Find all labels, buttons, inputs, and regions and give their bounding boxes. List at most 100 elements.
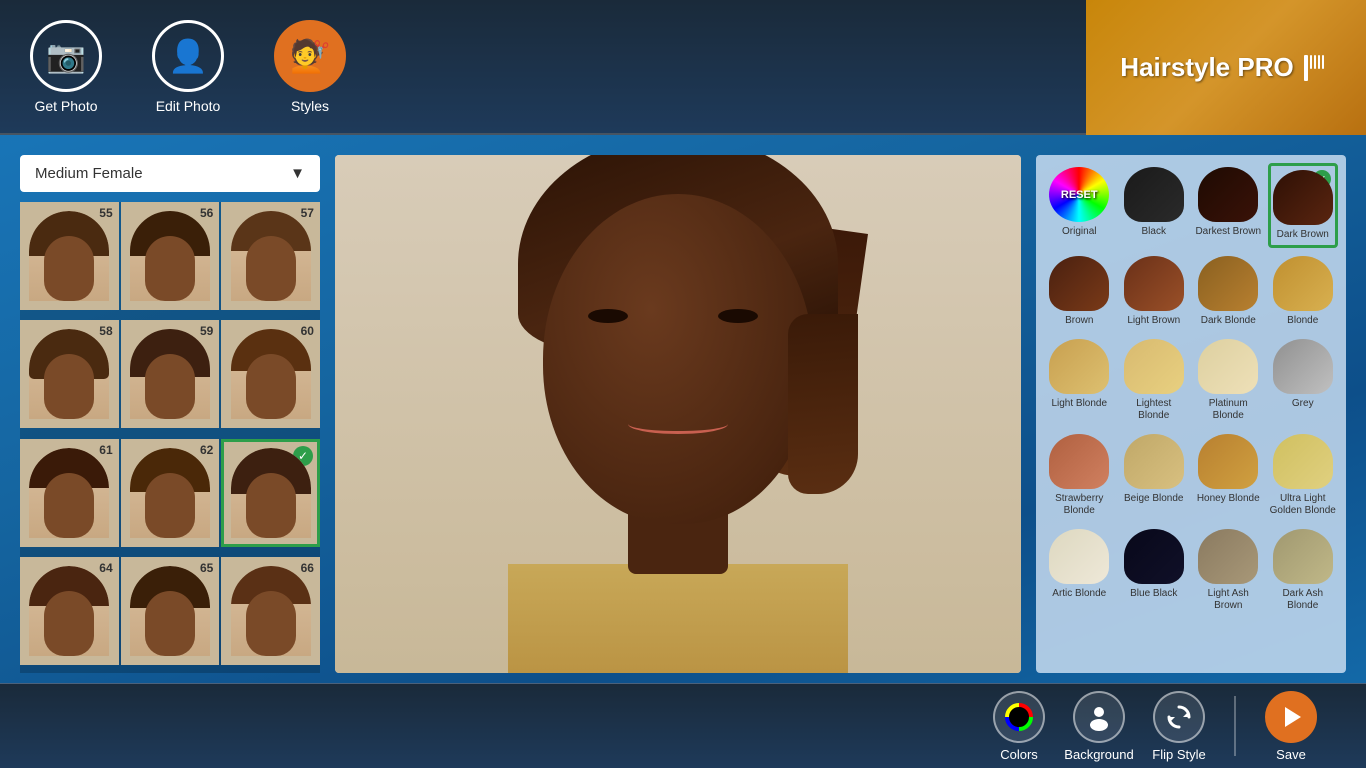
styles-icon: 💇 bbox=[274, 20, 346, 92]
color-dark-ash-blonde[interactable]: Dark Ash Blonde bbox=[1268, 525, 1339, 616]
person-icon: 👤 bbox=[152, 20, 224, 92]
color-label: Platinum Blonde bbox=[1195, 398, 1262, 422]
hair-thumb bbox=[29, 329, 109, 419]
style-item-selected[interactable]: ✓ bbox=[221, 439, 320, 547]
color-label: Lightest Blonde bbox=[1121, 398, 1188, 422]
reset-swatch: RESET bbox=[1049, 167, 1109, 222]
logo-comb-icon bbox=[1302, 53, 1332, 83]
style-item[interactable]: 58 bbox=[20, 320, 119, 428]
color-darkest-brown[interactable]: Darkest Brown bbox=[1193, 163, 1264, 248]
background-icon bbox=[1073, 691, 1125, 743]
save-label: Save bbox=[1276, 747, 1306, 762]
get-photo-label: Get Photo bbox=[34, 98, 97, 114]
color-original[interactable]: RESET Original bbox=[1044, 163, 1115, 248]
colors-button[interactable]: Colors bbox=[984, 691, 1054, 762]
color-brown[interactable]: Brown bbox=[1044, 252, 1115, 331]
play-arrow-icon bbox=[1277, 703, 1305, 731]
color-label: Original bbox=[1062, 226, 1096, 238]
hair-thumb bbox=[130, 211, 210, 301]
left-panel: Medium Female ▼ 55 56 57 bbox=[20, 155, 320, 673]
color-swatch-honey-blonde bbox=[1198, 434, 1258, 489]
color-swatch-brown bbox=[1049, 256, 1109, 311]
color-label: Blue Black bbox=[1130, 588, 1177, 600]
color-strawberry-blonde[interactable]: Strawberry Blonde bbox=[1044, 430, 1115, 521]
colors-icon bbox=[993, 691, 1045, 743]
color-swatch-light-blonde bbox=[1049, 339, 1109, 394]
flip-style-button[interactable]: Flip Style bbox=[1144, 691, 1214, 762]
color-grey[interactable]: Grey bbox=[1268, 335, 1339, 426]
colors-label: Colors bbox=[1000, 747, 1038, 762]
color-label: Light Ash Brown bbox=[1195, 588, 1262, 612]
save-button[interactable]: Save bbox=[1256, 691, 1326, 762]
color-lightest-blonde[interactable]: Lightest Blonde bbox=[1119, 335, 1190, 426]
color-swatch-grey bbox=[1273, 339, 1333, 394]
color-light-ash-brown[interactable]: Light Ash Brown bbox=[1193, 525, 1264, 616]
color-ultra-light-golden-blonde[interactable]: Ultra Light Golden Blonde bbox=[1268, 430, 1339, 521]
style-item[interactable]: 61 bbox=[20, 439, 119, 547]
color-swatch-beige-blonde bbox=[1124, 434, 1184, 489]
color-artic-blonde[interactable]: Artic Blonde bbox=[1044, 525, 1115, 616]
color-platinum-blonde[interactable]: Platinum Blonde bbox=[1193, 335, 1264, 426]
flip-style-label: Flip Style bbox=[1152, 747, 1205, 762]
color-blonde[interactable]: Blonde bbox=[1268, 252, 1339, 331]
style-item[interactable]: 57 bbox=[221, 202, 320, 310]
color-swatch-light-ash-brown bbox=[1198, 529, 1258, 584]
style-item[interactable]: 56 bbox=[121, 202, 220, 310]
color-grid: RESET Original Black Darkest Brown ✓ Dar… bbox=[1044, 163, 1338, 616]
style-dropdown[interactable]: Medium Female ▼ bbox=[20, 155, 320, 192]
color-swatch-light-brown bbox=[1124, 256, 1184, 311]
hair-thumb bbox=[231, 329, 311, 419]
background-button[interactable]: Background bbox=[1064, 691, 1134, 762]
hair-thumb bbox=[29, 211, 109, 301]
color-blue-black[interactable]: Blue Black bbox=[1119, 525, 1190, 616]
color-label: Dark Blonde bbox=[1201, 315, 1256, 327]
color-label: Dark Ash Blonde bbox=[1270, 588, 1337, 612]
color-swatch-dark-brown bbox=[1273, 170, 1333, 225]
style-item[interactable]: 60 bbox=[221, 320, 320, 428]
hair-thumb bbox=[29, 448, 109, 538]
style-item[interactable]: 66 bbox=[221, 557, 320, 665]
flip-style-icon bbox=[1153, 691, 1205, 743]
styles-label: Styles bbox=[291, 98, 329, 114]
refresh-icon bbox=[1165, 703, 1193, 731]
style-item[interactable]: 64 bbox=[20, 557, 119, 665]
color-label: Blonde bbox=[1287, 315, 1318, 327]
color-light-blonde[interactable]: Light Blonde bbox=[1044, 335, 1115, 426]
background-label: Background bbox=[1064, 747, 1133, 762]
color-swatch-black bbox=[1124, 167, 1184, 222]
color-label: Grey bbox=[1292, 398, 1314, 410]
app-title: Hairstyle PRO bbox=[1120, 52, 1293, 83]
edit-photo-nav[interactable]: 👤 Edit Photo bbox=[152, 20, 224, 114]
color-label: Black bbox=[1142, 226, 1166, 238]
chevron-down-icon: ▼ bbox=[290, 165, 305, 182]
color-honey-blonde[interactable]: Honey Blonde bbox=[1193, 430, 1264, 521]
get-photo-nav[interactable]: 📷 Get Photo bbox=[30, 20, 102, 114]
hair-thumb bbox=[130, 448, 210, 538]
style-item[interactable]: 65 bbox=[121, 557, 220, 665]
edit-photo-label: Edit Photo bbox=[156, 98, 221, 114]
person-silhouette-icon bbox=[1085, 703, 1113, 731]
color-swatch-ultra-light bbox=[1273, 434, 1333, 489]
color-black[interactable]: Black bbox=[1119, 163, 1190, 248]
color-swatch-dark-ash-blonde bbox=[1273, 529, 1333, 584]
preview-panel bbox=[335, 155, 1021, 673]
hairstyle-grid: 55 56 57 58 bbox=[20, 202, 320, 673]
color-label: Light Brown bbox=[1127, 315, 1180, 327]
color-light-brown[interactable]: Light Brown bbox=[1119, 252, 1190, 331]
color-label: Light Blonde bbox=[1051, 398, 1107, 410]
bottom-bar: Colors Background Flip Style Sav bbox=[0, 683, 1366, 768]
color-dark-brown-selected[interactable]: ✓ Dark Brown bbox=[1268, 163, 1339, 248]
colors-panel: RESET Original Black Darkest Brown ✓ Dar… bbox=[1036, 155, 1346, 673]
style-item[interactable]: 59 bbox=[121, 320, 220, 428]
color-dark-blonde[interactable]: Dark Blonde bbox=[1193, 252, 1264, 331]
color-label: Beige Blonde bbox=[1124, 493, 1184, 505]
style-item[interactable]: 55 bbox=[20, 202, 119, 310]
styles-nav[interactable]: 💇 Styles bbox=[274, 20, 346, 114]
color-beige-blonde[interactable]: Beige Blonde bbox=[1119, 430, 1190, 521]
hair-thumb bbox=[231, 211, 311, 301]
color-swatch-dark-blonde bbox=[1198, 256, 1258, 311]
divider bbox=[1234, 696, 1236, 756]
color-wheel-icon bbox=[1005, 703, 1033, 731]
style-item[interactable]: 62 bbox=[121, 439, 220, 547]
top-navigation: 📷 Get Photo 👤 Edit Photo 💇 Styles Hairst… bbox=[0, 0, 1366, 135]
